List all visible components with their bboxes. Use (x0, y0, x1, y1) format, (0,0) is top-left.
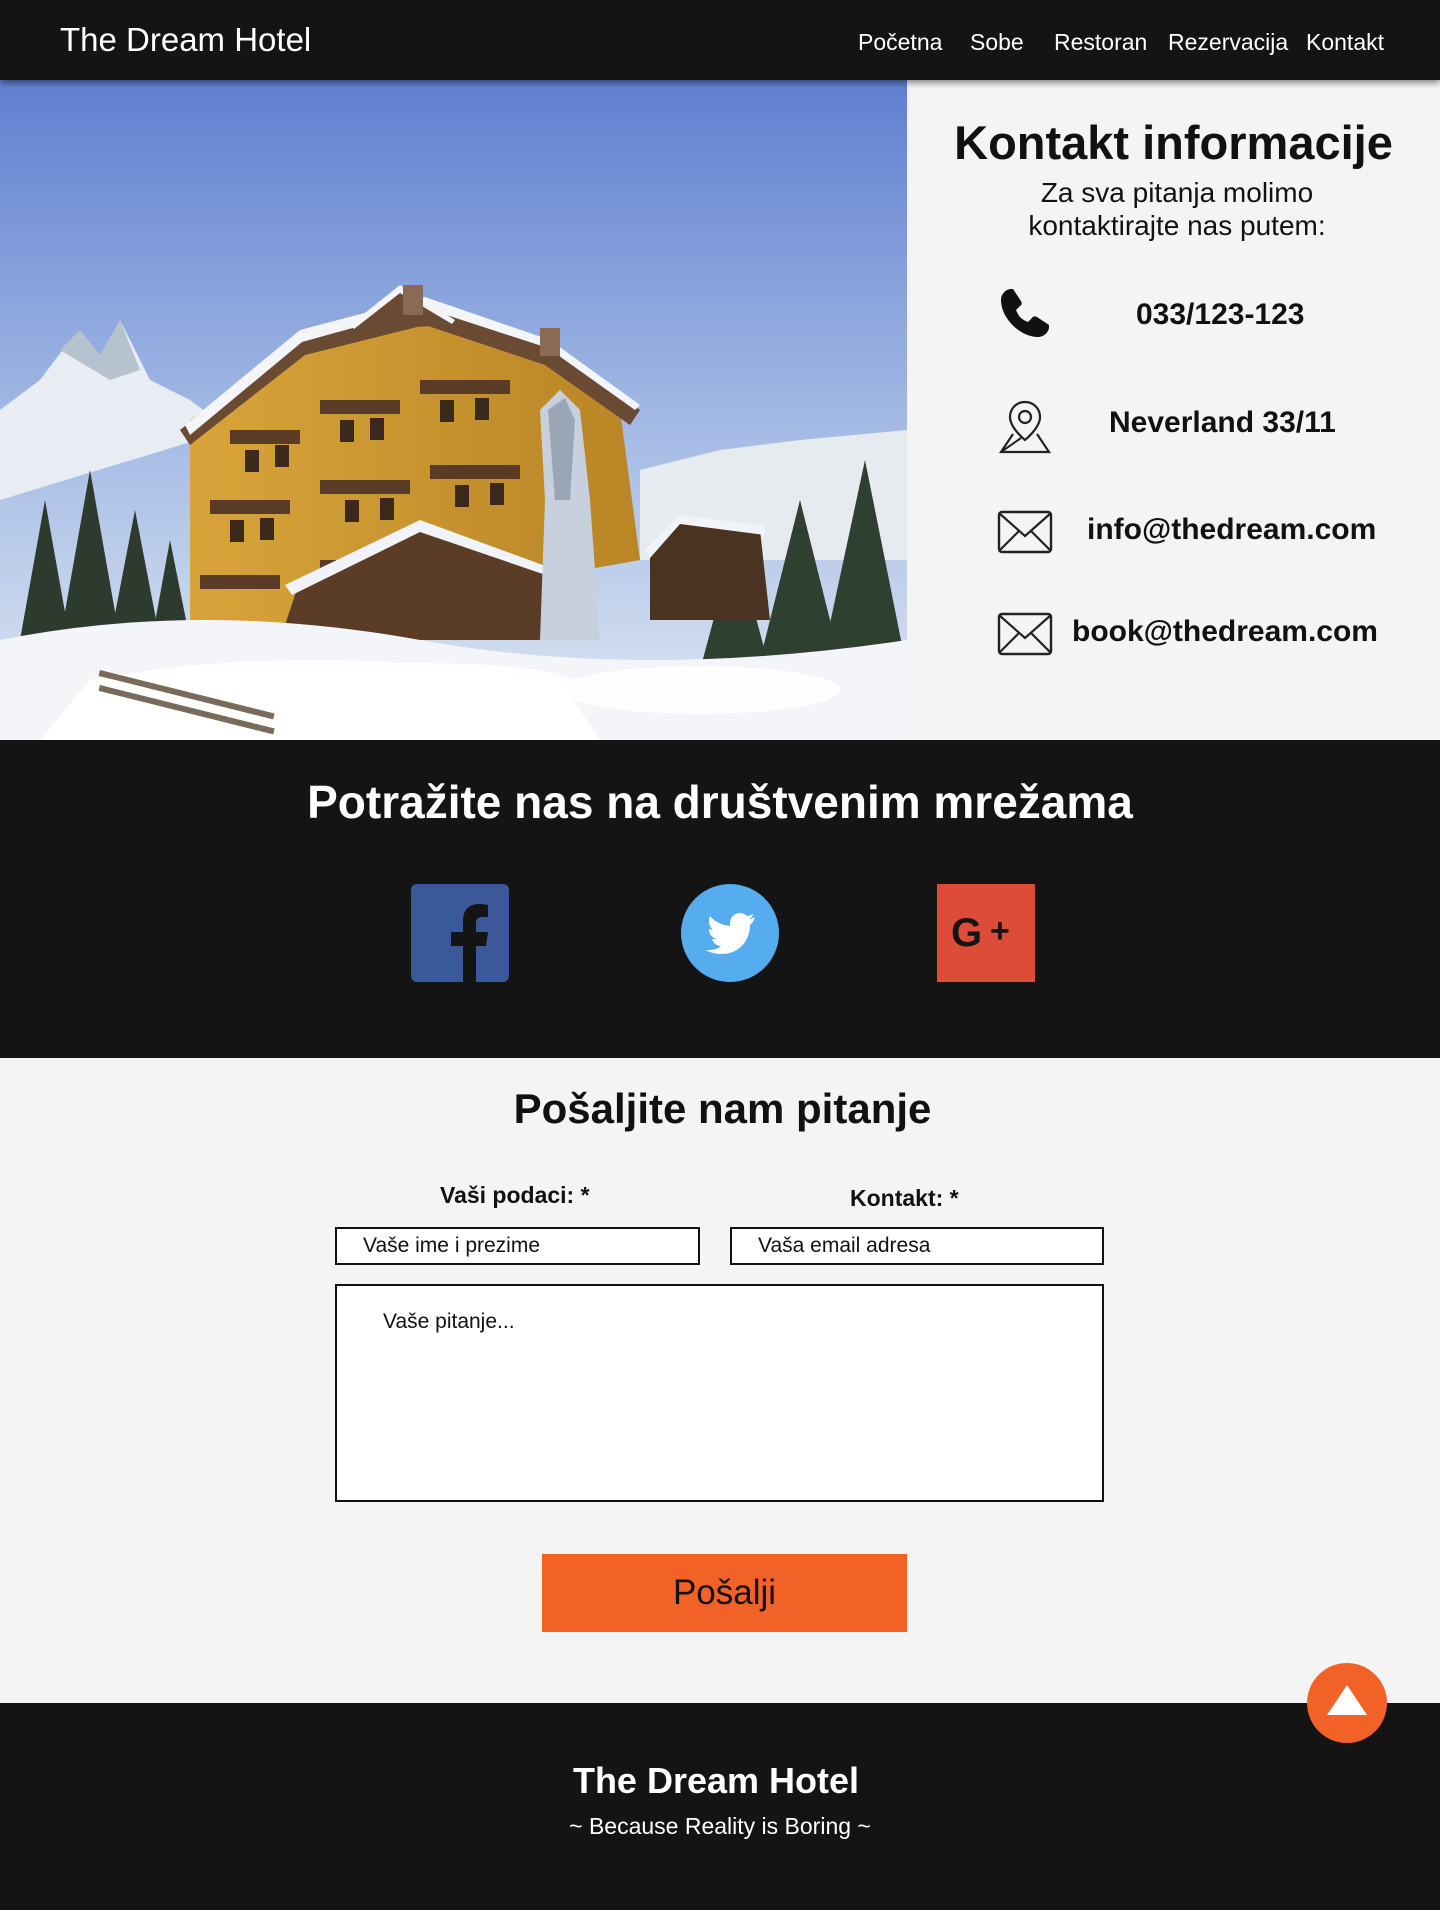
nav-link-restoran[interactable]: Restoran (1054, 0, 1147, 84)
contact-email-book-row: book@thedream.com (907, 606, 1440, 666)
label-your-data: Vaši podaci: * (440, 1182, 590, 1208)
name-input[interactable] (335, 1227, 700, 1265)
contact-subtitle: Za sva pitanja molimo kontaktirajte nas … (1028, 177, 1326, 241)
contact-email-info-row: info@thedream.com (907, 504, 1440, 564)
label-contact: Kontakt: * (850, 1185, 959, 1211)
contact-title: Kontakt informacije (954, 116, 1393, 169)
twitter-icon[interactable] (681, 884, 779, 982)
footer: The Dream Hotel ~ Because Reality is Bor… (0, 1703, 1440, 1910)
footer-tagline: ~ Because Reality is Boring ~ (569, 1813, 871, 1839)
social-title: Potražite nas na društvenim mrežama (307, 776, 1133, 828)
question-form: Pošaljite nam pitanje Vaši podaci: * Kon… (0, 1058, 1440, 1703)
contact-email-info[interactable]: info@thedream.com (1087, 513, 1376, 547)
nav-link-sobe[interactable]: Sobe (970, 0, 1024, 84)
email-input[interactable] (730, 1227, 1104, 1265)
contact-info-panel: Kontakt informacije Za sva pitanja molim… (907, 80, 1440, 740)
brand-logo[interactable]: The Dream Hotel (60, 0, 311, 80)
form-title: Pošaljite nam pitanje (513, 1085, 932, 1132)
phone-icon (1001, 289, 1049, 337)
contact-email-book[interactable]: book@thedream.com (1072, 615, 1378, 649)
google-plus-icon[interactable]: G + (937, 884, 1035, 982)
contact-phone-row: 033/123-123 (907, 285, 1440, 345)
svg-text:+: + (990, 912, 1010, 950)
facebook-icon[interactable] (411, 884, 509, 982)
footer-title: The Dream Hotel (572, 1760, 860, 1801)
scroll-to-top-button[interactable] (1307, 1663, 1387, 1743)
location-pin-icon (998, 400, 1052, 454)
hotel-photo (0, 80, 907, 740)
top-navbar: The Dream Hotel Početna Sobe Restoran Re… (0, 0, 1440, 80)
question-textarea[interactable] (335, 1284, 1104, 1502)
contact-address: Neverland 33/11 (1109, 406, 1336, 439)
social-section: Potražite nas na društvenim mrežama G + (0, 740, 1440, 1058)
envelope-icon (997, 612, 1053, 656)
contact-phone[interactable]: 033/123-123 (1136, 298, 1305, 332)
nav-link-kontakt[interactable]: Kontakt (1306, 0, 1384, 84)
send-button[interactable]: Pošalji (542, 1554, 907, 1632)
envelope-icon (997, 510, 1053, 554)
nav-link-rezervacija[interactable]: Rezervacija (1168, 0, 1288, 84)
arrow-up-icon (1327, 1685, 1367, 1715)
svg-text:G: G (951, 911, 982, 955)
contact-address-row: Neverland 33/11 (907, 398, 1440, 458)
nav-link-pocetna[interactable]: Početna (858, 0, 942, 84)
